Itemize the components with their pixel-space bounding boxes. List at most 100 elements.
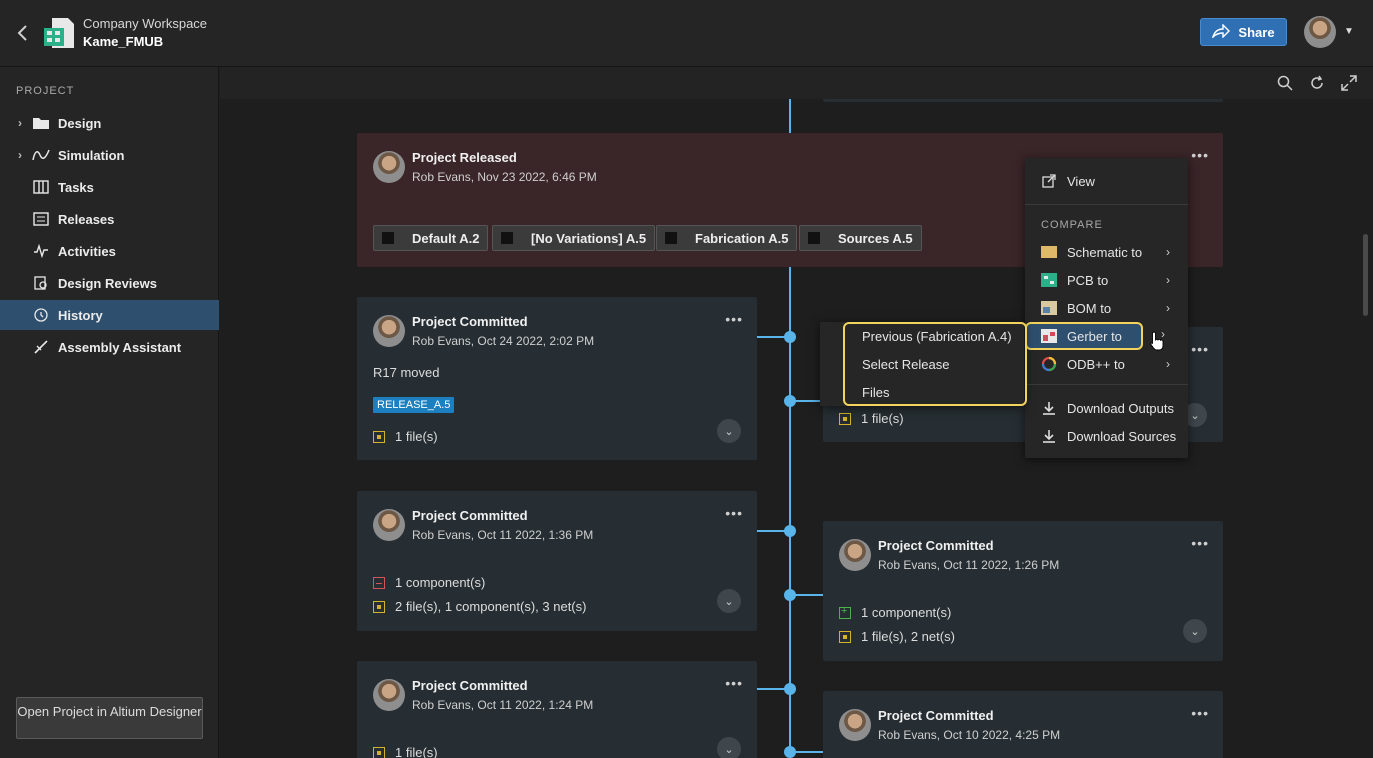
release-chip[interactable]: Sources A.5	[799, 225, 922, 251]
avatar	[373, 509, 405, 541]
sidebar-item-activities[interactable]: Activities	[0, 236, 219, 266]
chevron-down-icon[interactable]: ▼	[1344, 26, 1354, 37]
expand-icon[interactable]: ⌄	[717, 737, 741, 758]
avatar	[373, 679, 405, 711]
history-card-partial	[823, 99, 1223, 102]
menu-item-label: Download Sources	[1067, 428, 1177, 444]
menu-item-download-sources[interactable]: Download Sources	[1025, 422, 1188, 450]
menu-item-label: Download Outputs	[1067, 400, 1174, 416]
menu-item-label: View	[1067, 173, 1095, 189]
menu-item-view[interactable]: View	[1025, 167, 1188, 195]
menu-item-label: Schematic to	[1067, 244, 1143, 260]
chevron-right-icon: ›	[1166, 301, 1170, 315]
submenu-item-previous[interactable]: Previous (Fabrication A.4)	[862, 329, 1012, 344]
refresh-icon[interactable]	[1309, 75, 1325, 91]
chevron-right-icon: ›	[1166, 357, 1170, 371]
menu-item-odb-to[interactable]: ODB++ to ›	[1025, 350, 1188, 378]
avatar	[373, 151, 405, 183]
avatar	[839, 709, 871, 741]
change-text: 2 file(s), 1 component(s), 3 net(s)	[395, 599, 587, 614]
sidebar-item-label: Design	[58, 115, 102, 131]
timeline-node	[784, 331, 796, 343]
folder-icon	[32, 115, 50, 131]
chevron-right-icon[interactable]: ›	[10, 148, 30, 162]
sidebar-item-releases[interactable]: Releases	[0, 204, 219, 234]
card-title: Project Committed	[878, 538, 994, 553]
change-text: 1 component(s)	[395, 575, 486, 590]
more-options-icon[interactable]: •••	[1191, 147, 1209, 163]
change-text: 1 file(s)	[395, 429, 438, 444]
menu-item-label: BOM to	[1067, 300, 1112, 316]
hand-cursor-icon	[1150, 331, 1164, 351]
menu-item-bom-to[interactable]: BOM to ›	[1025, 294, 1188, 322]
avatar	[373, 315, 405, 347]
timeline-node	[784, 525, 796, 537]
file-change-icon	[373, 746, 385, 758]
more-options-icon[interactable]: •••	[725, 311, 743, 327]
sidebar-item-label: Tasks	[58, 179, 94, 195]
release-chip[interactable]: [No Variations] A.5	[492, 225, 656, 251]
more-options-icon[interactable]: •••	[1191, 341, 1209, 357]
sidebar-item-assembly-assistant[interactable]: Assembly Assistant	[0, 332, 219, 362]
pcb-icon	[1041, 273, 1057, 287]
open-in-altium-button[interactable]: Open Project in Altium Designer	[16, 697, 203, 739]
design-review-icon	[32, 275, 50, 291]
history-icon	[32, 307, 50, 323]
sidebar-item-design-reviews[interactable]: Design Reviews	[0, 268, 219, 298]
timeline-node	[784, 589, 796, 601]
menu-item-label: Gerber to	[1067, 328, 1122, 344]
change-line: 2 file(s), 1 component(s), 3 net(s)	[373, 599, 586, 614]
context-menu: View COMPARE Schematic to › PCB to › BOM…	[1025, 158, 1188, 458]
sidebar-item-simulation[interactable]: › Simulation	[0, 140, 219, 170]
menu-divider	[1025, 204, 1188, 205]
chevron-right-icon[interactable]: ›	[10, 116, 30, 130]
submenu-item-select-release[interactable]: Select Release	[862, 357, 949, 372]
menu-item-schematic-to[interactable]: Schematic to ›	[1025, 238, 1188, 266]
sidebar-item-tasks[interactable]: Tasks	[0, 172, 219, 202]
scrollbar[interactable]	[1363, 234, 1368, 316]
change-text: 1 file(s)	[861, 411, 904, 426]
more-options-icon[interactable]: •••	[1191, 705, 1209, 721]
download-icon	[1041, 429, 1057, 443]
release-chip[interactable]: Fabrication A.5	[656, 225, 798, 251]
card-subtitle: Rob Evans, Oct 11 2022, 1:26 PM	[878, 558, 1060, 572]
expand-icon[interactable]: ⌄	[1183, 619, 1207, 643]
file-change-icon	[373, 430, 385, 443]
more-options-icon[interactable]: •••	[725, 675, 743, 691]
tasks-icon	[32, 179, 50, 195]
back-arrow-icon[interactable]	[16, 22, 34, 44]
chip-label: Fabrication A.5	[695, 230, 789, 246]
sidebar-item-design[interactable]: › Design	[0, 108, 219, 138]
card-title: Project Committed	[412, 314, 528, 329]
chip-swatch	[501, 232, 513, 244]
expand-icon[interactable]: ⌄	[717, 589, 741, 613]
share-button[interactable]: Share	[1200, 18, 1287, 46]
history-card: Project Committed Rob Evans, Oct 11 2022…	[357, 491, 757, 631]
fullscreen-icon[interactable]	[1341, 75, 1357, 91]
chip-label: [No Variations] A.5	[531, 230, 647, 246]
sidebar-item-label: Simulation	[58, 147, 125, 163]
more-options-icon[interactable]: •••	[725, 505, 743, 521]
user-avatar[interactable]	[1304, 16, 1336, 48]
odb-icon	[1041, 356, 1057, 372]
sidebar-item-history[interactable]: History	[0, 300, 219, 330]
menu-item-gerber-to[interactable]: Gerber to	[1025, 322, 1143, 350]
more-options-icon[interactable]: •••	[1191, 535, 1209, 551]
menu-item-row: Gerber to	[1025, 322, 1143, 350]
gerber-icon	[1041, 329, 1057, 343]
release-tag[interactable]: RELEASE_A.5	[373, 397, 455, 413]
download-icon	[1041, 401, 1057, 415]
release-chip[interactable]: Default A.2	[373, 225, 489, 251]
chip-label: Sources A.5	[838, 230, 913, 246]
menu-item-label: PCB to	[1067, 272, 1109, 288]
menu-item-download-outputs[interactable]: Download Outputs	[1025, 394, 1188, 422]
activity-icon	[32, 243, 50, 259]
avatar	[839, 539, 871, 571]
search-icon[interactable]	[1277, 75, 1293, 91]
submenu-item-files[interactable]: Files	[862, 385, 889, 400]
share-icon	[1212, 22, 1231, 41]
menu-item-pcb-to[interactable]: PCB to ›	[1025, 266, 1188, 294]
expand-icon[interactable]: ⌄	[717, 419, 741, 443]
file-change-icon	[373, 600, 385, 613]
sidebar-heading: PROJECT	[16, 85, 75, 97]
